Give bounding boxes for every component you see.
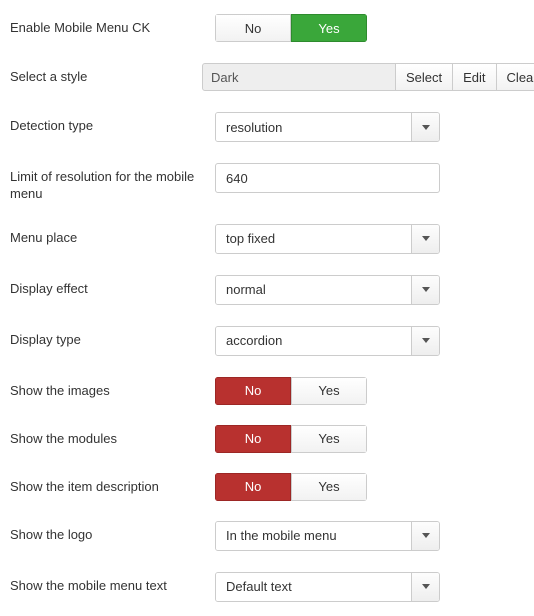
- show-desc-toggle: No Yes: [215, 473, 367, 501]
- show-logo-select[interactable]: In the mobile menu: [215, 521, 440, 551]
- dtype-value: accordion: [216, 327, 411, 355]
- show-images-yes[interactable]: Yes: [291, 377, 367, 405]
- show-modules-yes[interactable]: Yes: [291, 425, 367, 453]
- style-input: [202, 63, 396, 91]
- show-desc-label: Show the item description: [10, 473, 215, 496]
- chevron-down-icon: [411, 276, 439, 304]
- place-label: Menu place: [10, 224, 215, 247]
- enable-yes[interactable]: Yes: [291, 14, 367, 42]
- show-text-select[interactable]: Default text: [215, 572, 440, 602]
- show-desc-no[interactable]: No: [215, 473, 291, 501]
- chevron-down-icon: [411, 327, 439, 355]
- enable-label: Enable Mobile Menu CK: [10, 14, 215, 37]
- show-logo-label: Show the logo: [10, 521, 215, 544]
- detection-label: Detection type: [10, 112, 215, 135]
- style-select-button[interactable]: Select: [395, 63, 453, 91]
- show-images-label: Show the images: [10, 377, 215, 400]
- effect-label: Display effect: [10, 275, 215, 298]
- show-modules-toggle: No Yes: [215, 425, 367, 453]
- limit-label: Limit of resolution for the mobile menu: [10, 163, 215, 203]
- show-text-value: Default text: [216, 573, 411, 601]
- chevron-down-icon: [411, 113, 439, 141]
- dtype-label: Display type: [10, 326, 215, 349]
- limit-input[interactable]: [215, 163, 440, 193]
- effect-select[interactable]: normal: [215, 275, 440, 305]
- show-modules-label: Show the modules: [10, 425, 215, 448]
- show-images-no[interactable]: No: [215, 377, 291, 405]
- enable-no[interactable]: No: [215, 14, 291, 42]
- place-value: top fixed: [216, 225, 411, 253]
- place-select[interactable]: top fixed: [215, 224, 440, 254]
- show-images-toggle: No Yes: [215, 377, 367, 405]
- enable-toggle: No Yes: [215, 14, 367, 42]
- show-desc-yes[interactable]: Yes: [291, 473, 367, 501]
- effect-value: normal: [216, 276, 411, 304]
- show-modules-no[interactable]: No: [215, 425, 291, 453]
- style-label: Select a style: [10, 63, 202, 86]
- chevron-down-icon: [411, 225, 439, 253]
- chevron-down-icon: [411, 573, 439, 601]
- show-logo-value: In the mobile menu: [216, 522, 411, 550]
- style-clear-button[interactable]: Clear: [496, 63, 534, 91]
- style-edit-button[interactable]: Edit: [452, 63, 496, 91]
- chevron-down-icon: [411, 522, 439, 550]
- show-text-label: Show the mobile menu text: [10, 572, 215, 595]
- detection-value: resolution: [216, 113, 411, 141]
- dtype-select[interactable]: accordion: [215, 326, 440, 356]
- detection-select[interactable]: resolution: [215, 112, 440, 142]
